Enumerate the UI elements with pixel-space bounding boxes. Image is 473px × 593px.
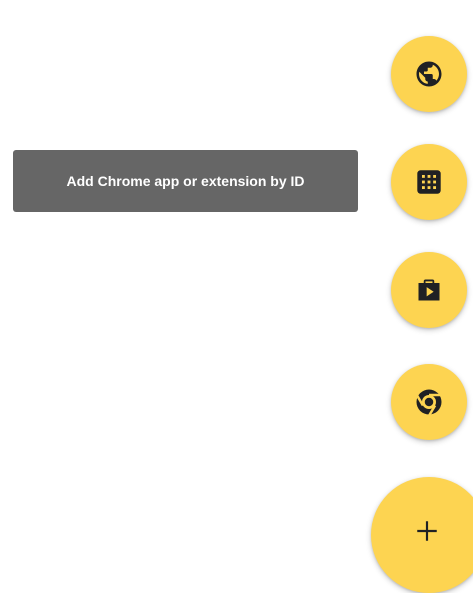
chrome-web-store-action-button[interactable] [391,364,467,440]
app-grid-icon [416,169,442,195]
chrome-icon [414,387,444,417]
plus-icon [414,518,440,544]
tooltip: Add Chrome app or extension by ID [13,150,358,212]
tooltip-text: Add Chrome app or extension by ID [66,173,305,189]
play-store-action-button[interactable] [391,252,467,328]
play-store-bag-icon [415,276,443,304]
speed-dial-main-button[interactable] [371,477,473,593]
add-by-id-action-button[interactable] [391,144,467,220]
web-app-action-button[interactable] [391,36,467,112]
globe-icon [414,59,444,89]
